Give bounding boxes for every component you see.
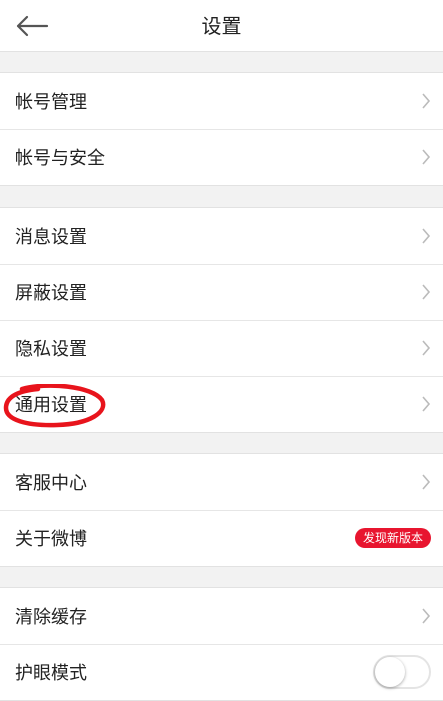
settings-item-label: 客服中心 <box>15 473 87 494</box>
arrow-left-icon <box>16 15 49 37</box>
settings-item-label: 帐号管理 <box>15 92 87 113</box>
chevron-right-icon <box>421 92 431 110</box>
settings-item-clear-cache[interactable]: 清除缓存 <box>0 588 443 644</box>
settings-item-label: 帐号与安全 <box>15 148 105 169</box>
nav-bar: 设置 <box>0 0 443 52</box>
settings-item-label: 屏蔽设置 <box>15 283 87 304</box>
chevron-right-icon <box>421 283 431 301</box>
account-group: 帐号管理 帐号与安全 <box>0 72 443 186</box>
settings-item-label: 通用设置 <box>15 395 87 416</box>
chevron-right-icon <box>421 227 431 245</box>
chevron-right-icon <box>421 473 431 491</box>
settings-item-label: 关于微博 <box>15 529 87 550</box>
new-version-badge: 发现新版本 <box>354 528 431 548</box>
settings-item-about[interactable]: 关于微博 发现新版本 <box>0 510 443 566</box>
chevron-right-icon <box>421 395 431 413</box>
settings-item-account-security[interactable]: 帐号与安全 <box>0 129 443 185</box>
eye-care-toggle[interactable] <box>373 655 431 689</box>
settings-item-privacy[interactable]: 隐私设置 <box>0 320 443 376</box>
settings-item-label: 隐私设置 <box>15 339 87 360</box>
settings-item-account-management[interactable]: 帐号管理 <box>0 73 443 129</box>
support-group: 客服中心 关于微博 发现新版本 <box>0 453 443 567</box>
settings-item-label: 消息设置 <box>15 227 87 248</box>
toggle-knob <box>375 657 405 687</box>
settings-item-block[interactable]: 屏蔽设置 <box>0 264 443 320</box>
settings-item-message[interactable]: 消息设置 <box>0 208 443 264</box>
misc-group: 清除缓存 护眼模式 <box>0 587 443 701</box>
chevron-right-icon <box>421 148 431 166</box>
back-button[interactable] <box>10 8 54 44</box>
settings-item-label: 清除缓存 <box>15 607 87 628</box>
chevron-right-icon <box>421 339 431 357</box>
chevron-right-icon <box>421 607 431 625</box>
preferences-group: 消息设置 屏蔽设置 隐私设置 通用设置 <box>0 207 443 433</box>
page-title: 设置 <box>201 14 242 38</box>
settings-item-customer-service[interactable]: 客服中心 <box>0 454 443 510</box>
settings-item-label: 护眼模式 <box>15 663 87 684</box>
settings-item-general[interactable]: 通用设置 <box>0 376 443 432</box>
